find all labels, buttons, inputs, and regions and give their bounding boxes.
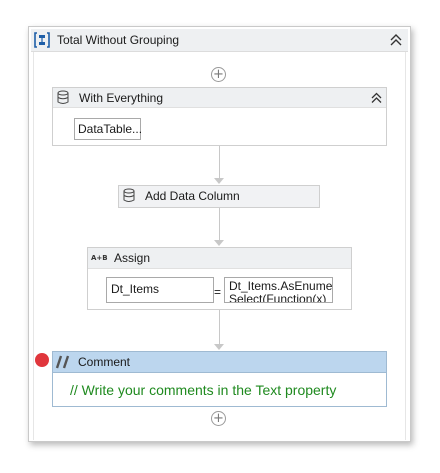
add-activity-icon[interactable]: + bbox=[211, 67, 226, 82]
connector-line bbox=[219, 208, 220, 241]
sequence-title: Total Without Grouping bbox=[57, 33, 180, 47]
assign-title: Assign bbox=[114, 251, 151, 265]
add-activity-icon[interactable]: + bbox=[211, 411, 226, 426]
sequence-left-border bbox=[33, 52, 34, 440]
connector-arrow bbox=[214, 344, 224, 350]
with-everything-title: With Everything bbox=[79, 91, 164, 105]
assign-to-field[interactable]: Dt_Items bbox=[106, 277, 214, 303]
comment-icon bbox=[55, 354, 73, 370]
connector-line bbox=[219, 310, 220, 346]
comment-title: Comment bbox=[78, 355, 131, 369]
sequence-icon bbox=[34, 32, 50, 48]
connector-line bbox=[219, 146, 220, 179]
breakpoint-icon[interactable] bbox=[35, 353, 49, 367]
datatable-icon bbox=[122, 188, 137, 203]
add-data-column-title: Add Data Column bbox=[145, 189, 240, 203]
assign-value-field[interactable]: Dt_Items.AsEnume Select(Function(x) bbox=[224, 277, 333, 303]
datatable-icon bbox=[56, 90, 71, 105]
comment-text[interactable]: // Write your comments in the Text prope… bbox=[70, 382, 336, 398]
assign-expression-line-2: Select(Function(x) bbox=[229, 292, 327, 303]
connector-arrow bbox=[214, 178, 224, 184]
collapse-icon[interactable] bbox=[388, 32, 404, 48]
datatable-value-button[interactable]: DataTable... bbox=[74, 118, 142, 140]
assign-equals-sign: = bbox=[214, 285, 222, 299]
collapse-icon[interactable] bbox=[369, 90, 384, 105]
assign-icon: A+B bbox=[91, 254, 108, 262]
connector-arrow bbox=[214, 240, 224, 246]
sequence-right-border bbox=[405, 52, 406, 440]
